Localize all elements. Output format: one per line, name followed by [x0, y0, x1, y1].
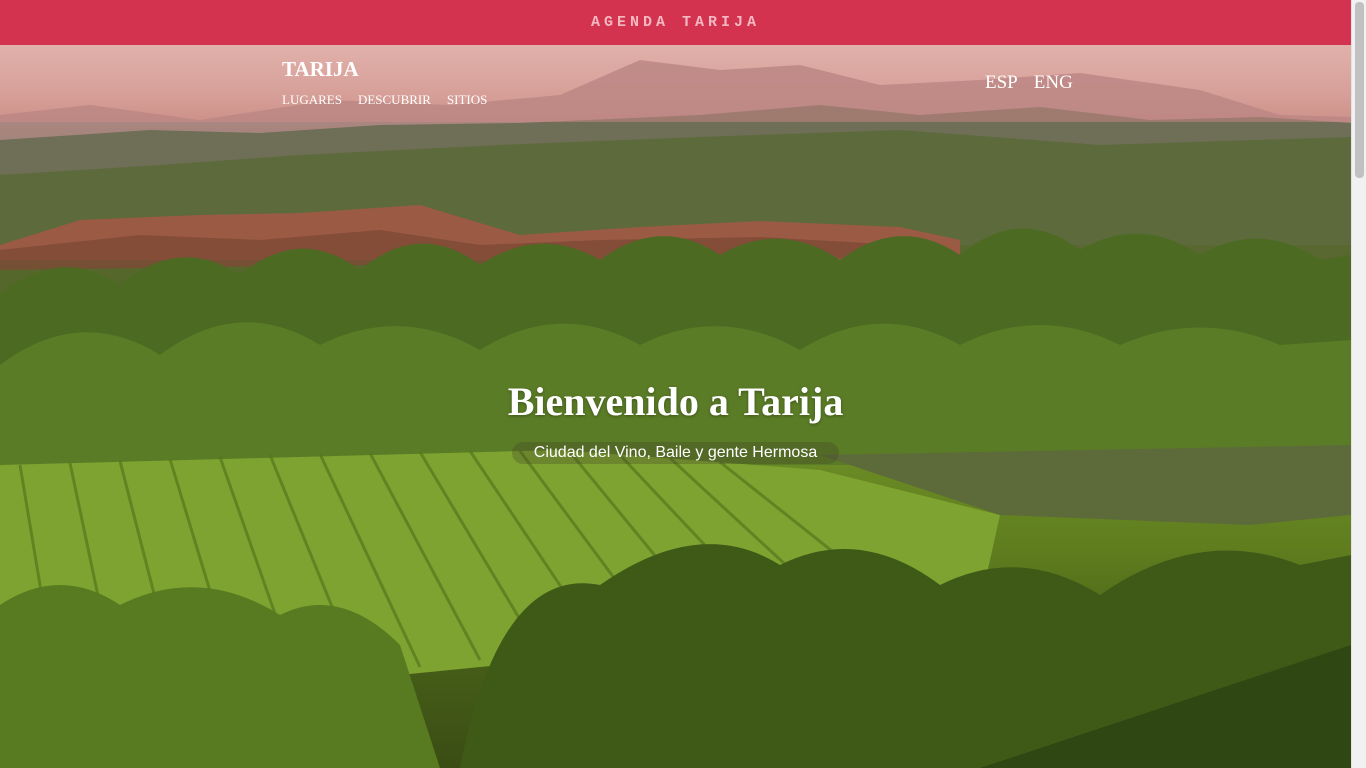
navbar [0, 45, 1351, 122]
hero-subtitle: Ciudad del Vino, Baile y gente Hermosa [511, 442, 840, 464]
lang-eng[interactable]: ENG [1034, 72, 1073, 94]
hero-title: Bienvenido a Tarija [507, 379, 844, 424]
nav-links: LUGARES DESCUBRIR SITIOS [282, 92, 487, 108]
language-switcher: ESP ENG [985, 72, 1073, 94]
site-brand[interactable]: TARIJA [282, 57, 359, 82]
vertical-scrollbar[interactable] [1351, 0, 1366, 768]
nav-link-lugares[interactable]: LUGARES [282, 92, 342, 108]
banner-title: AGENDA TARIJA [590, 14, 761, 31]
nav-link-sitios[interactable]: SITIOS [447, 92, 487, 108]
scrollbar-thumb[interactable] [1355, 2, 1364, 178]
hero-subtitle-container: Ciudad del Vino, Baile y gente Hermosa [0, 442, 1351, 464]
lang-esp[interactable]: ESP [985, 72, 1018, 94]
nav-link-descubrir[interactable]: DESCUBRIR [358, 92, 431, 108]
top-banner: AGENDA TARIJA [0, 0, 1351, 45]
